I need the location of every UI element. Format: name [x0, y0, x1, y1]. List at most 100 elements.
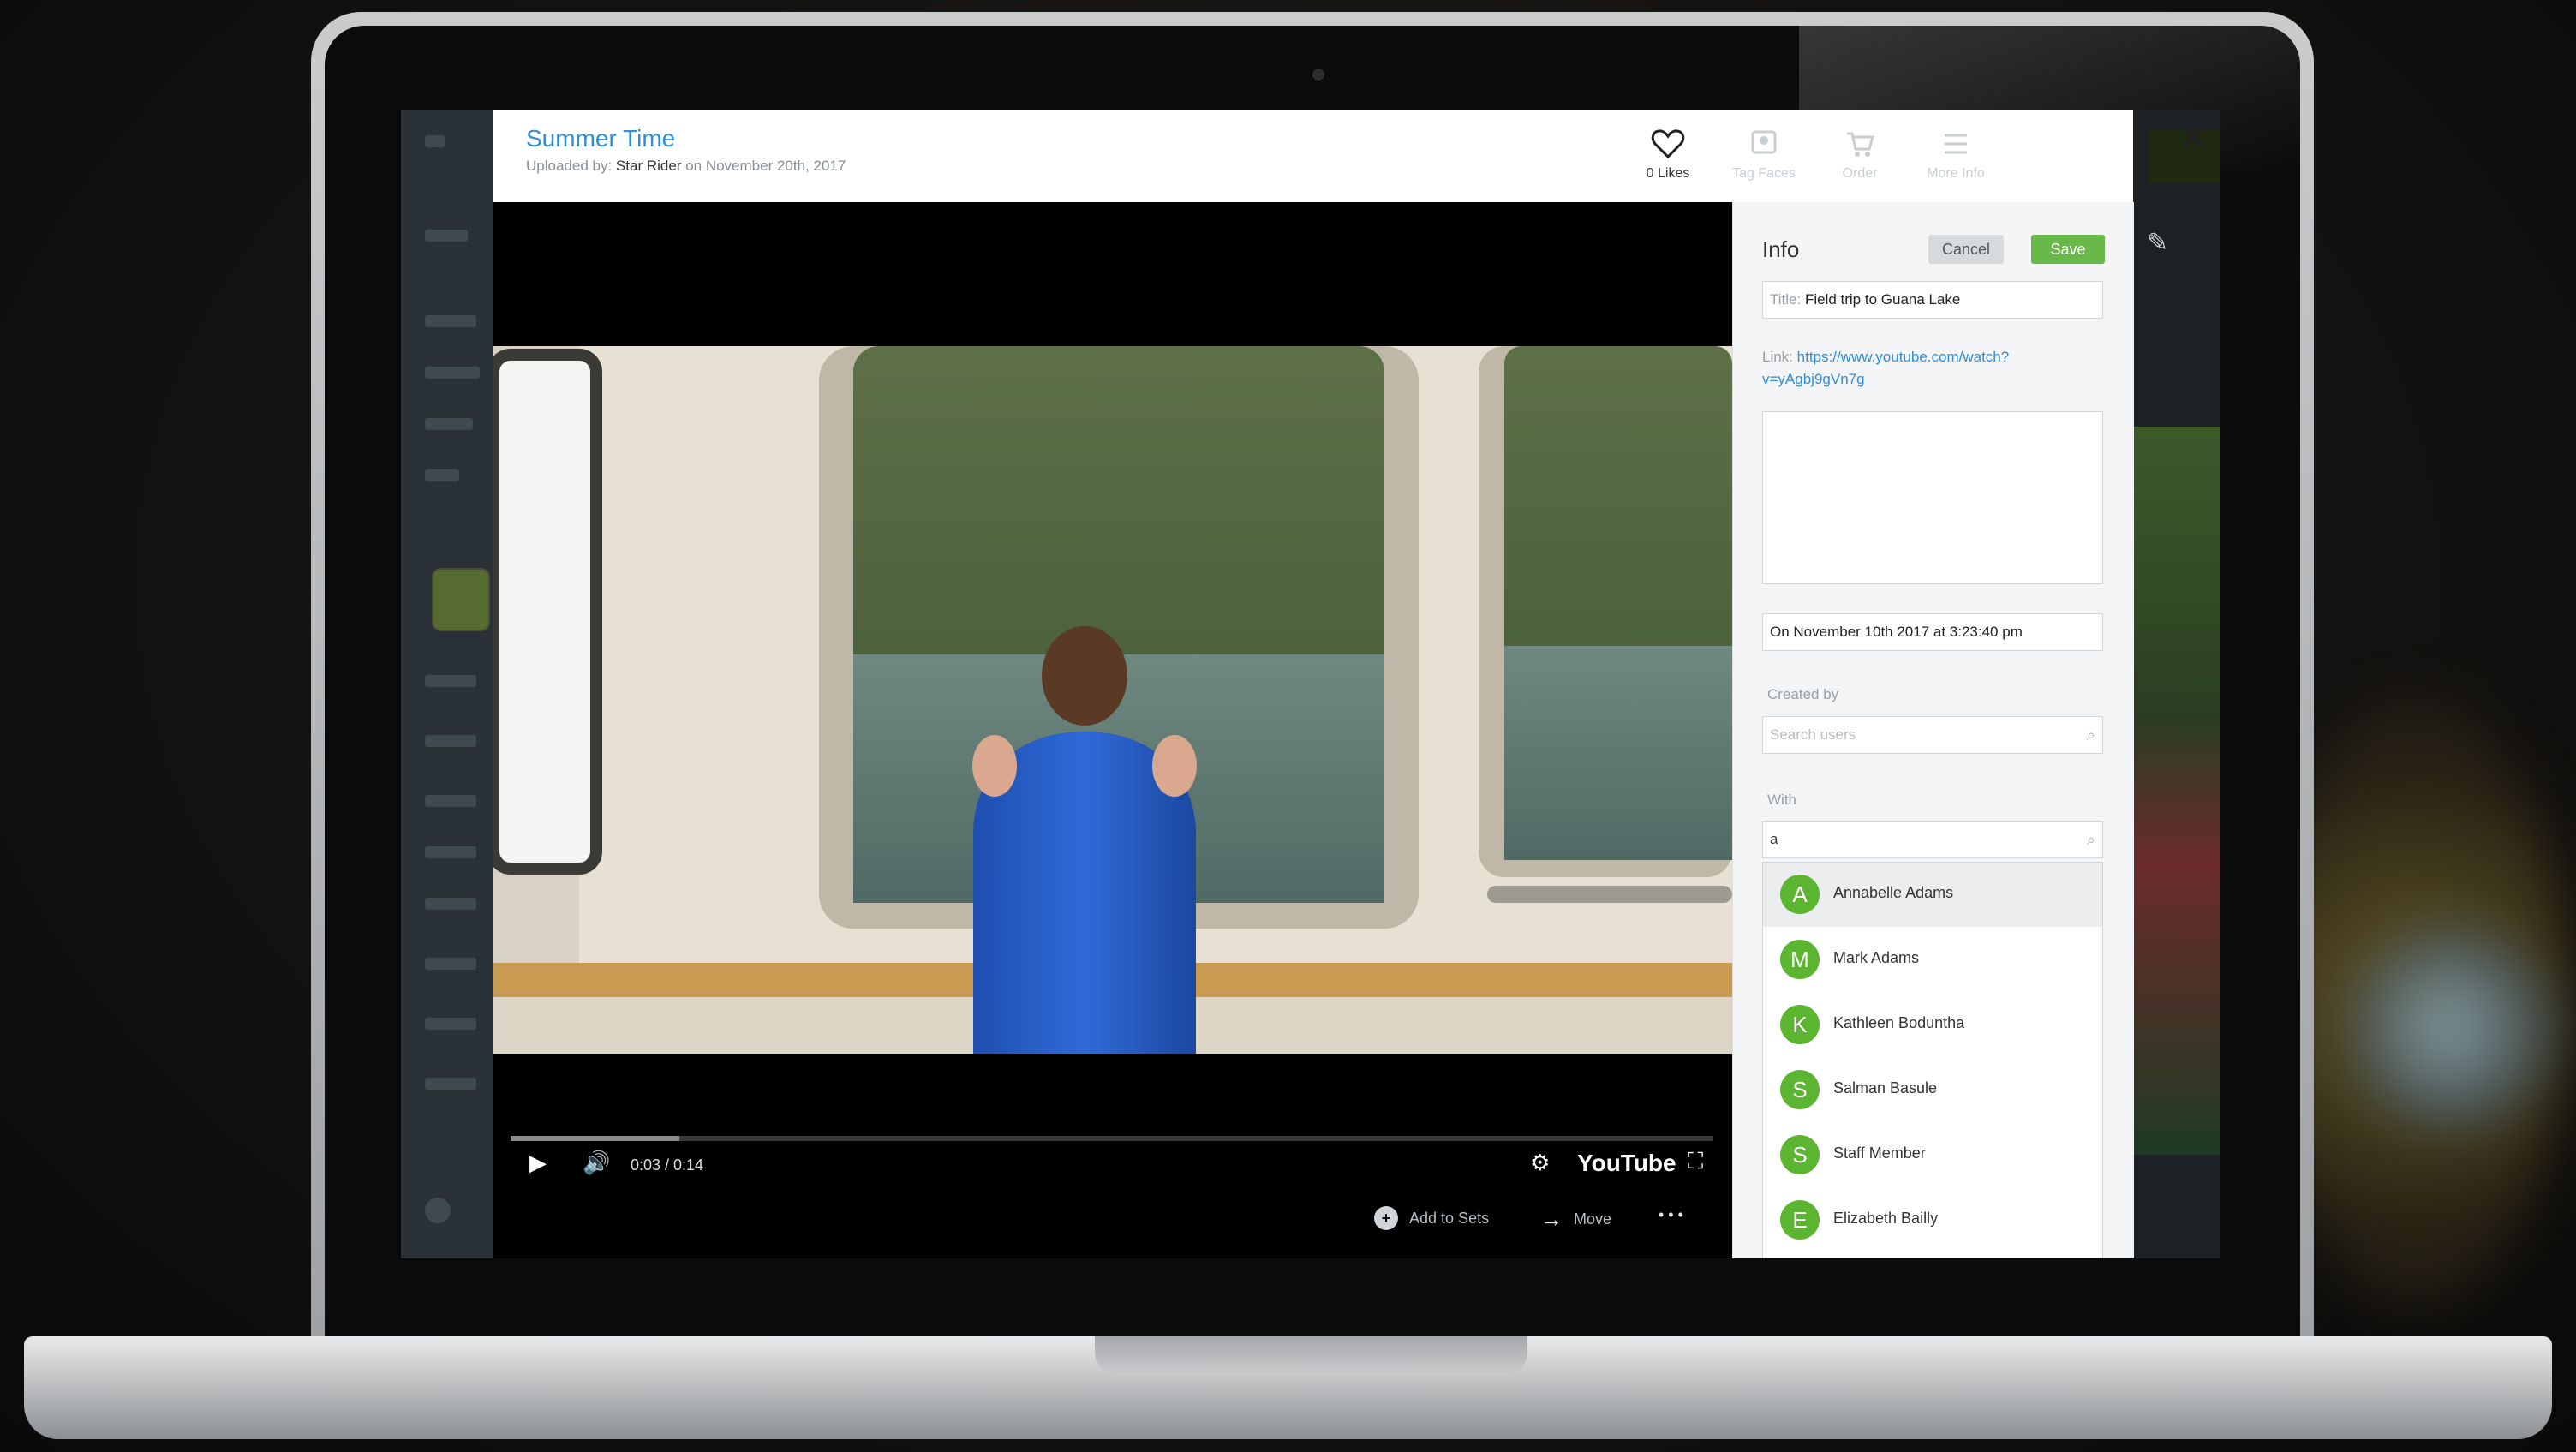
sidebar-placeholder: [425, 735, 476, 747]
save-button[interactable]: Save: [2031, 235, 2105, 264]
tag-faces-button[interactable]: Tag Faces: [1717, 127, 1811, 182]
move-label: Move: [1574, 1210, 1612, 1228]
upload-info: Uploaded by: Star Rider on November 20th…: [526, 158, 846, 175]
date-field-value: On November 10th 2017 at 3:23:40 pm: [1770, 624, 2023, 640]
cart-icon: [1847, 132, 1874, 157]
sidebar-placeholder: [425, 1078, 476, 1090]
arrow-right-icon: →: [1540, 1206, 1563, 1232]
pencil-icon[interactable]: ✎: [2147, 228, 2168, 258]
with-search-value: a: [1770, 831, 1778, 847]
more-options-button[interactable]: • • •: [1659, 1206, 1683, 1224]
created-by-search[interactable]: Search users ⌕: [1762, 716, 2103, 754]
video-frame-illustration: [493, 346, 1732, 1054]
sidebar-placeholder: [425, 795, 476, 807]
more-info-button[interactable]: More Info: [1909, 127, 2003, 182]
close-icon[interactable]: ✕: [2178, 117, 2209, 160]
with-label: With: [1767, 792, 1796, 808]
info-panel: Info Cancel Save Title: Field trip to Gu…: [1732, 202, 2134, 1258]
app-sidebar: [401, 110, 493, 1258]
sidebar-placeholder: [425, 1198, 451, 1223]
sidebar-placeholder: [425, 469, 459, 481]
description-textarea[interactable]: [1762, 411, 2103, 584]
tag-faces-icon: [1751, 130, 1777, 154]
created-by-label: Created by: [1767, 686, 1839, 702]
search-icon: ⌕: [2086, 726, 2095, 744]
modal-header: Summer Time Uploaded by: Star Rider on N…: [493, 110, 2209, 202]
sidebar-placeholder: [425, 418, 473, 430]
youtube-logo[interactable]: YouTube: [1577, 1150, 1676, 1177]
uploaded-date: on November 20th, 2017: [685, 158, 846, 174]
user-option[interactable]: K Kathleen Boduntha: [1763, 993, 2102, 1057]
tag-faces-label: Tag Faces: [1732, 166, 1796, 181]
user-avatar: E: [1780, 1200, 1820, 1240]
school-logo: [432, 568, 490, 631]
user-avatar: S: [1780, 1135, 1820, 1174]
volume-icon[interactable]: 🔊: [583, 1150, 610, 1176]
uploader-name[interactable]: Star Rider: [616, 158, 682, 174]
title-field[interactable]: Title: Field trip to Guana Lake: [1762, 281, 2103, 319]
sidebar-placeholder: [425, 315, 476, 327]
plus-circle-icon: +: [1374, 1206, 1398, 1230]
user-name: Staff Member: [1833, 1144, 1926, 1162]
video-time: 0:03 / 0:14: [631, 1156, 704, 1174]
cancel-button[interactable]: Cancel: [1928, 235, 2005, 264]
sidebar-placeholder: [425, 846, 476, 858]
link-field-label: Link:: [1762, 349, 1793, 365]
heart-icon: [1651, 129, 1685, 159]
sidebar-placeholder: [425, 230, 468, 242]
user-name: Kathleen Boduntha: [1833, 1014, 1965, 1031]
uploaded-prefix: Uploaded by:: [526, 158, 613, 174]
sidebar-placeholder: [425, 135, 445, 147]
likes-button[interactable]: 0 Likes: [1621, 127, 1715, 182]
video-player[interactable]: ▶ 🔊 0:03 / 0:14 ⚙ YouTube ⛶ + Add to Set…: [493, 202, 1732, 1258]
user-option[interactable]: M Mark Adams: [1763, 928, 2102, 992]
user-avatar: M: [1780, 940, 1820, 979]
user-suggestion-list: A Annabelle Adams M Mark Adams K Kathlee…: [1762, 862, 2103, 1258]
user-option[interactable]: A Annabelle Adams: [1763, 863, 2102, 927]
play-icon[interactable]: ▶: [529, 1150, 547, 1176]
media-title[interactable]: Summer Time: [526, 125, 675, 152]
order-button[interactable]: Order: [1813, 127, 1907, 182]
user-option[interactable]: S Salman Basule: [1763, 1058, 2102, 1122]
video-frame: [493, 346, 1732, 1054]
link-field[interactable]: Link: https://www.youtube.com/watch?v=yA…: [1762, 346, 2105, 391]
sidebar-placeholder: [425, 898, 476, 910]
search-icon: ⌕: [2086, 831, 2095, 848]
laptop-base-notch: [1095, 1336, 1527, 1375]
webcam: [1312, 69, 1324, 81]
user-name: Mark Adams: [1833, 949, 1920, 966]
move-button[interactable]: → Move: [1540, 1206, 1611, 1233]
settings-icon[interactable]: ⚙: [1530, 1150, 1550, 1176]
user-option[interactable]: E Elizabeth Bailly: [1763, 1188, 2102, 1252]
more-info-label: More Info: [1927, 166, 1985, 181]
user-avatar: S: [1780, 1070, 1820, 1109]
order-label: Order: [1842, 166, 1878, 181]
with-search[interactable]: a ⌕: [1762, 821, 2103, 858]
sidebar-placeholder: [425, 1018, 476, 1030]
sidebar-placeholder: [425, 675, 476, 687]
user-avatar: K: [1780, 1005, 1820, 1044]
list-icon: [1945, 134, 1967, 154]
link-field-value[interactable]: https://www.youtube.com/watch?v=yAgbj9gV…: [1762, 349, 2009, 387]
add-to-sets-button[interactable]: + Add to Sets: [1374, 1206, 1489, 1230]
fullscreen-icon[interactable]: ⛶: [1688, 1148, 1703, 1175]
created-by-placeholder: Search users: [1770, 726, 1856, 743]
date-field[interactable]: On November 10th 2017 at 3:23:40 pm: [1762, 613, 2103, 651]
background-blur: [2347, 925, 2553, 1131]
info-heading: Info: [1762, 236, 1800, 262]
likes-label: 0 Likes: [1646, 166, 1690, 181]
app-photo-strip: [2133, 427, 2220, 1155]
user-avatar: A: [1780, 875, 1820, 914]
laptop-screen: ✎ Summer Time Uploaded by: Star Rider on…: [401, 110, 2220, 1258]
add-to-sets-label: Add to Sets: [1409, 1209, 1490, 1227]
user-option[interactable]: S Staff Member: [1763, 1123, 2102, 1187]
user-name: Elizabeth Bailly: [1833, 1210, 1939, 1227]
sidebar-placeholder: [425, 367, 480, 379]
video-progress-track[interactable]: [511, 1136, 1713, 1141]
title-field-label: Title:: [1770, 291, 1802, 308]
title-field-value: Field trip to Guana Lake: [1804, 291, 1961, 308]
user-name: Annabelle Adams: [1833, 884, 1954, 901]
sidebar-placeholder: [425, 958, 476, 970]
user-name: Salman Basule: [1833, 1079, 1938, 1096]
video-progress-fill: [511, 1136, 679, 1141]
